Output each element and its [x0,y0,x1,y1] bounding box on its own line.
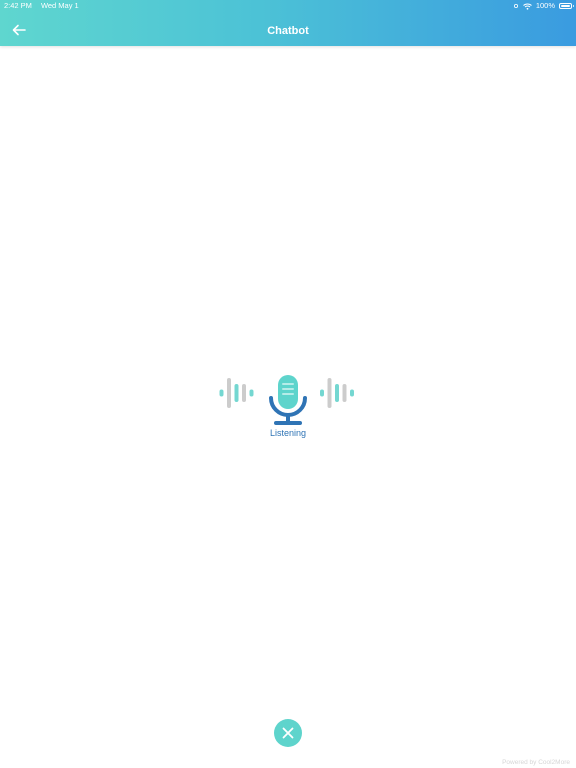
listening-label: Listening [269,428,307,438]
chatbot-screen: 2:42 PM Wed May 1 100% Chatbot Listening… [0,0,576,768]
status-left: 2:42 PM Wed May 1 [4,0,79,12]
page-title: Chatbot [267,25,309,37]
listening-indicator: Listening [218,372,358,442]
microphone-icon [269,375,307,425]
status-time: 2:42 PM [4,1,32,10]
nav-bar: Chatbot [0,12,576,46]
battery-icon [559,3,574,9]
header: 2:42 PM Wed May 1 100% Chatbot [0,0,576,46]
status-right: 100% [513,0,574,12]
battery-percent: 100% [535,1,555,10]
close-icon [282,727,294,739]
left-sound-wave-icon [219,378,254,408]
status-date: Wed May 1 [40,1,79,10]
close-button[interactable] [274,719,302,747]
wifi-icon [522,3,532,10]
right-sound-wave-icon [320,378,354,408]
listening-graphic [219,375,354,425]
signal-icon [513,3,518,9]
status-bar: 2:42 PM Wed May 1 100% [0,0,576,12]
footer-credit: Powered by Cool2More [502,759,570,766]
